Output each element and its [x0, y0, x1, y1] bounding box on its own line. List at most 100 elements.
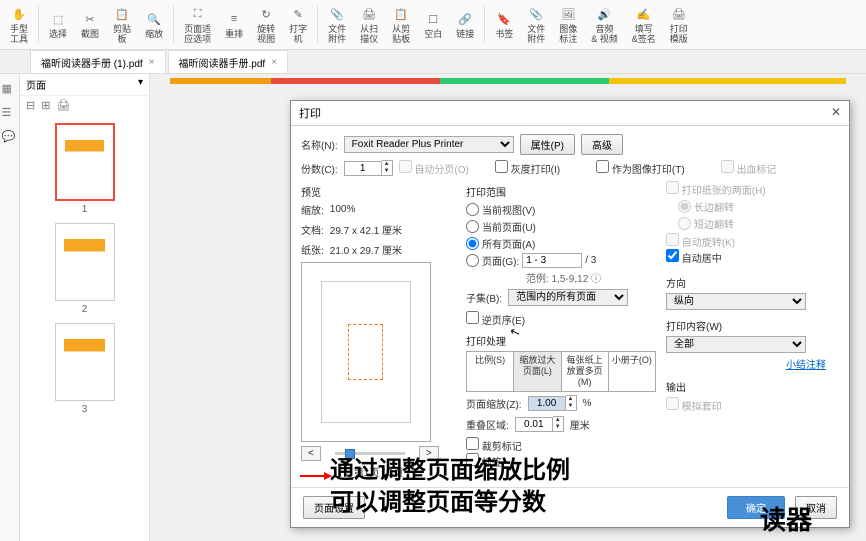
close-tab-icon[interactable]: ×	[149, 57, 155, 68]
tab-fit[interactable]: 缩放过大 页面(L)	[514, 352, 561, 391]
tool-icon: 📎	[328, 5, 346, 23]
thumb-print-icon[interactable]: 🖨	[56, 99, 70, 112]
tool-icon: ⛶	[189, 5, 207, 23]
preview-label: 预览	[301, 184, 456, 199]
range-pages-radio[interactable]	[466, 254, 479, 267]
printer-select[interactable]: Foxit Reader Plus Printer	[344, 136, 514, 153]
copies-label: 份数(C):	[301, 161, 338, 176]
close-tab-icon[interactable]: ×	[271, 57, 277, 68]
thumbnails-header: 页面 ▾	[20, 74, 149, 96]
copies-input[interactable]	[344, 161, 382, 176]
tool-1[interactable]: ⬚选择	[43, 2, 73, 47]
prev-page-button[interactable]: <	[301, 446, 321, 461]
tool-10[interactable]: 🖨从扫描仪	[354, 2, 384, 47]
tool-0[interactable]: ✋手型工具	[4, 2, 34, 47]
content-select[interactable]: 全部	[666, 336, 806, 353]
tool-icon: 📎	[527, 5, 545, 23]
tool-14[interactable]: 🔖书签	[489, 2, 519, 47]
overlap-input[interactable]	[515, 417, 553, 432]
range-all-radio[interactable]	[466, 237, 479, 250]
document-tabs: 福昕阅读器手册 (1).pdf×福昕阅读器手册.pdf×	[0, 50, 866, 74]
reverse-checkbox[interactable]	[466, 311, 479, 324]
page-zoom-spinner[interactable]: ▲▼	[528, 395, 577, 411]
print-preview	[301, 262, 431, 442]
tool-icon: 🔊	[596, 5, 614, 23]
tool-icon: ✋	[10, 5, 28, 23]
tool-icon: ↻	[257, 5, 275, 23]
annotation-arrow	[300, 475, 330, 477]
tool-icon: 🔍	[145, 10, 163, 28]
auto-center-checkbox[interactable]	[666, 249, 679, 262]
tool-icon: 🔗	[456, 10, 474, 28]
left-sidebar: ▦ ☰ 💬	[0, 74, 20, 541]
collate-checkbox	[399, 160, 412, 173]
close-icon[interactable]: ✕	[831, 105, 841, 121]
range-current-page-radio[interactable]	[466, 220, 479, 233]
tool-13[interactable]: 🔗链接	[450, 2, 480, 47]
tool-2[interactable]: ✂截图	[75, 2, 105, 47]
properties-button[interactable]: 属性(P)	[520, 134, 575, 155]
tool-6[interactable]: ≡重排	[219, 2, 249, 47]
range-label: 打印范围	[466, 184, 656, 199]
tool-11[interactable]: 📋从剪贴板	[386, 2, 416, 47]
as-image-checkbox[interactable]	[596, 160, 609, 173]
direction-label: 方向	[666, 275, 826, 290]
tool-3[interactable]: 📋剪贴板	[107, 2, 137, 47]
tab-multiple[interactable]: 每张纸上 放置多页(M)	[562, 352, 609, 391]
tool-icon: ✂	[81, 10, 99, 28]
thumbnails-tab-icon[interactable]: ▦	[2, 82, 18, 98]
handling-label: 打印处理	[466, 333, 656, 348]
tool-12[interactable]: ☐空白	[418, 2, 448, 47]
thumbnail-2[interactable]: 2	[50, 223, 120, 315]
bookmarks-tab-icon[interactable]: ☰	[2, 106, 18, 122]
thumb-zoom-in-icon[interactable]: ⊞	[41, 99, 50, 112]
subset-select[interactable]: 范围内的所有页面	[508, 289, 628, 306]
tool-4[interactable]: 🔍缩放	[139, 2, 169, 47]
tool-icon: 🖨	[360, 5, 378, 23]
tool-7[interactable]: ↻旋转视图	[251, 2, 281, 47]
dialog-title-text: 打印	[299, 105, 321, 121]
range-pages-input[interactable]	[522, 253, 582, 268]
thumbnail-3[interactable]: 3	[50, 323, 120, 415]
tool-5[interactable]: ⛶页面适应选项	[178, 2, 217, 47]
bleed-checkbox	[721, 160, 734, 173]
annotation-text: 通过调整页面缩放比例 可以调整页面等分数	[330, 455, 570, 519]
document-tab-1[interactable]: 福昕阅读器手册.pdf×	[168, 50, 289, 73]
tool-16[interactable]: 🖼图像标注	[553, 2, 583, 47]
handling-tabs: 比例(S) 缩放过大 页面(L) 每张纸上 放置多页(M) 小册子(O)	[466, 351, 656, 392]
output-label: 输出	[666, 379, 826, 394]
tool-15[interactable]: 📎文件附件	[521, 2, 551, 47]
auto-rotate-checkbox	[666, 233, 679, 246]
printer-name-label: 名称(N):	[301, 137, 338, 152]
tab-scale[interactable]: 比例(S)	[467, 352, 514, 391]
thumb-zoom-out-icon[interactable]: ⊟	[26, 99, 35, 112]
overlap-spinner[interactable]: ▲▼	[515, 416, 564, 432]
paper-size: 21.0 x 29.7 厘米	[330, 242, 402, 257]
tool-8[interactable]: ✎打字机	[283, 2, 313, 47]
summarize-link[interactable]: 小结注释	[786, 360, 826, 371]
document-tab-0[interactable]: 福昕阅读器手册 (1).pdf×	[30, 50, 166, 73]
tab-booklet[interactable]: 小册子(O)	[609, 352, 655, 391]
direction-select[interactable]: 纵向	[666, 293, 806, 310]
tool-18[interactable]: ✍填写&签名	[626, 2, 662, 47]
range-current-view-radio[interactable]	[466, 203, 479, 216]
tool-icon: 🖼	[559, 5, 577, 23]
help-icon[interactable]: ⓘ	[591, 274, 601, 285]
thumbnail-1[interactable]: 1	[50, 123, 120, 215]
advanced-button[interactable]: 高级	[581, 134, 623, 155]
tool-icon: ✎	[289, 5, 307, 23]
tool-icon: ≡	[225, 10, 243, 28]
panel-menu-icon[interactable]: ▾	[138, 77, 143, 92]
tool-19[interactable]: 🖨打印模版	[664, 2, 694, 47]
grayscale-checkbox[interactable]	[495, 160, 508, 173]
tool-9[interactable]: 📎文件附件	[322, 2, 352, 47]
annotation-extra: 读器	[760, 500, 812, 537]
tool-icon: ✍	[635, 5, 653, 23]
cut-marks-checkbox[interactable]	[466, 437, 479, 450]
comments-tab-icon[interactable]: 💬	[2, 130, 18, 146]
tool-icon: 📋	[113, 5, 131, 23]
simulate-checkbox	[666, 397, 679, 410]
page-zoom-input[interactable]	[528, 396, 566, 411]
tool-17[interactable]: 🔊音频& 视频	[585, 2, 624, 47]
copies-spinner[interactable]: ▲▼	[344, 160, 393, 176]
